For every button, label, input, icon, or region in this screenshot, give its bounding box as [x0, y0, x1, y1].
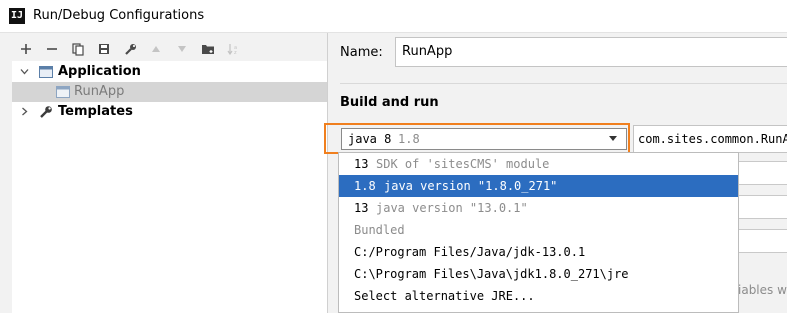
remove-configuration-button[interactable] [42, 39, 62, 59]
sort-configurations-button[interactable]: az [224, 39, 244, 59]
working-directory-field[interactable] [738, 195, 787, 219]
select-alternative-jre-option[interactable]: Select alternative JRE... [339, 285, 738, 307]
jre-option-jdk-1-8-jre[interactable]: C:\Program Files\Java\jdk1.8.0_271\jre [339, 263, 738, 285]
arrow-down-icon [178, 46, 186, 52]
jre-select-secondary: 1.8 [398, 132, 420, 146]
title-bar: IJ Run/Debug Configurations [0, 0, 787, 33]
main-class-field[interactable]: com.sites.common.RunApp [633, 125, 787, 153]
move-down-button[interactable] [172, 39, 192, 59]
add-configuration-button[interactable] [16, 39, 36, 59]
configurations-panel: az Application RunApp Templates [0, 33, 328, 313]
chevron-down-icon[interactable] [20, 62, 29, 82]
jre-option-13[interactable]: 13 java version "13.0.1" [339, 197, 738, 219]
wrench-icon [124, 43, 136, 55]
sort-icon: az [227, 44, 237, 55]
tree-node-runapp[interactable]: RunApp [12, 82, 327, 102]
build-and-run-heading: Build and run [340, 95, 439, 110]
edit-templates-button[interactable] [120, 39, 140, 59]
move-into-folder-button[interactable] [198, 39, 218, 59]
save-configuration-button[interactable] [94, 39, 114, 59]
minus-icon [47, 48, 57, 50]
intellij-app-icon: IJ [9, 8, 25, 24]
chevron-down-icon [608, 129, 618, 149]
jre-select[interactable]: java 8 1.8 [341, 128, 627, 150]
svg-text:z: z [234, 50, 237, 55]
configurations-tree: Application RunApp Templates [12, 61, 327, 313]
chevron-right-icon[interactable] [20, 102, 29, 122]
run-config-icon [56, 85, 70, 99]
vm-options-field[interactable] [738, 229, 787, 253]
jre-option-jdk-13[interactable]: C:/Program Files/Java/jdk-13.0.1 [339, 241, 738, 263]
environment-variables-text: iables w [738, 283, 787, 297]
plus-icon [21, 44, 31, 54]
tree-node-application[interactable]: Application [12, 62, 327, 82]
tree-label-runapp: RunApp [74, 84, 125, 99]
separator [340, 83, 787, 84]
jre-group-bundled: Bundled [354, 223, 405, 237]
copy-configuration-button[interactable] [68, 39, 88, 59]
tree-label-templates: Templates [58, 104, 133, 119]
name-input[interactable]: RunApp [395, 37, 787, 67]
tree-node-templates[interactable]: Templates [12, 102, 327, 122]
window-title: Run/Debug Configurations [33, 8, 205, 23]
arrow-up-icon [152, 46, 160, 52]
folder-icon [202, 45, 214, 54]
jre-dropdown-list: 13 SDK of 'sitesCMS' module 1.8 java ver… [338, 152, 739, 313]
jre-option-1-8[interactable]: 1.8 java version "1.8.0_271" [339, 175, 738, 197]
jre-select-primary: java 8 [348, 132, 392, 146]
copy-icon [72, 42, 84, 56]
jre-option-13-module[interactable]: 13 SDK of 'sitesCMS' module [339, 153, 738, 175]
name-label: Name: [340, 45, 383, 60]
tree-label-application: Application [58, 64, 141, 79]
application-config-icon [39, 65, 53, 79]
wrench-icon [39, 105, 53, 119]
move-up-button[interactable] [146, 39, 166, 59]
save-icon [99, 44, 109, 54]
program-arguments-field[interactable] [738, 161, 787, 185]
